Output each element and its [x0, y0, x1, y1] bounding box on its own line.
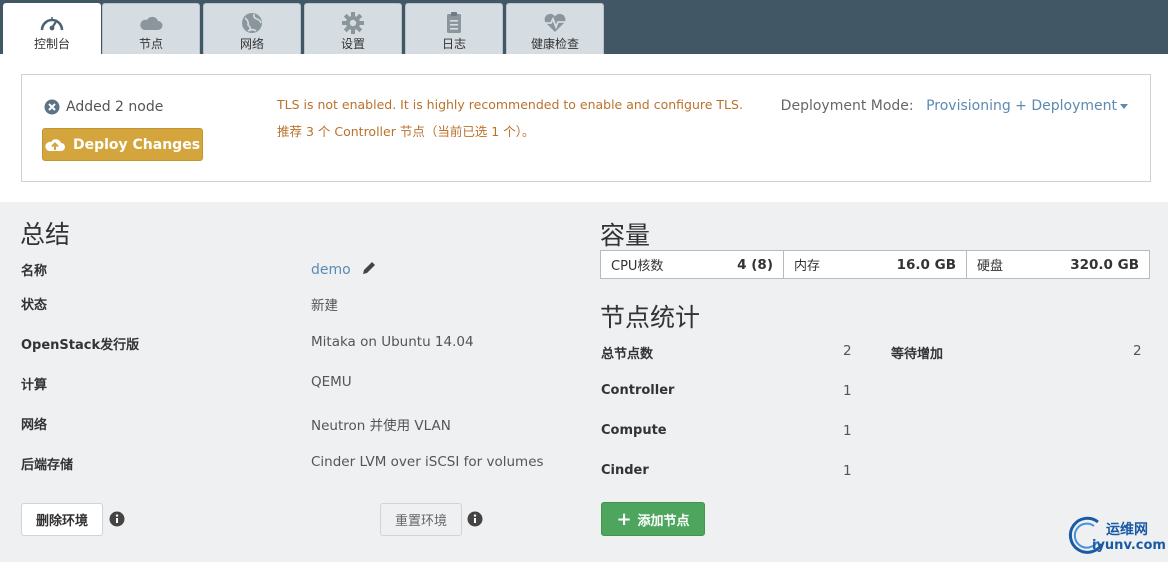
globe-icon: [242, 13, 262, 33]
delete-environment-button[interactable]: 删除环境: [21, 503, 103, 536]
tab-label: 控制台: [33, 37, 70, 51]
capacity-cpu: CPU核数 4 (8): [601, 251, 784, 278]
role-cinder-label: Cinder: [601, 463, 649, 478]
node-stats-title: 节点统计: [600, 303, 701, 332]
deployment-mode-dropdown[interactable]: Provisioning + Deployment: [926, 98, 1128, 114]
add-nodes-label: 添加节点: [637, 513, 690, 529]
pending-addition-value: 2: [1133, 343, 1142, 359]
capacity-cpu-label: CPU核数: [611, 259, 664, 274]
role-compute-value: 1: [843, 423, 852, 439]
tab-label: 健康检查: [530, 37, 579, 51]
role-compute-label: Compute: [601, 423, 667, 438]
summary-label-name: 名称: [21, 264, 48, 279]
summary-label-storage: 后端存储: [21, 458, 74, 473]
summary-label-network: 网络: [21, 418, 48, 433]
reset-environment-label: 重置环境: [394, 514, 447, 529]
capacity-disk-label: 硬盘: [977, 259, 1004, 274]
tab-label: 日志: [441, 37, 466, 51]
deployment-mode: Deployment Mode: Provisioning + Deployme…: [781, 98, 1128, 114]
tab-label: 设置: [340, 37, 365, 51]
reset-environment-button[interactable]: 重置环境: [380, 503, 462, 536]
add-nodes-button[interactable]: + 添加节点: [601, 502, 705, 536]
role-controller-value: 1: [843, 383, 852, 399]
summary-value-release: Mitaka on Ubuntu 14.04: [311, 334, 474, 350]
deploy-changes-button[interactable]: Deploy Changes: [42, 128, 203, 161]
capacity-cpu-value: 4 (8): [737, 256, 773, 273]
summary-label-compute: 计算: [21, 378, 48, 393]
tab-label: 网络: [239, 37, 264, 51]
total-nodes-label: 总节点数: [601, 347, 654, 362]
capacity-memory-value: 16.0 GB: [896, 256, 956, 273]
cloud-icon: [140, 16, 163, 30]
deployment-mode-value: Provisioning + Deployment: [926, 98, 1117, 114]
summary-title: 总结: [20, 220, 71, 249]
pencil-icon[interactable]: [361, 260, 377, 276]
deploy-changes-label: Deploy Changes: [72, 136, 201, 153]
info-icon[interactable]: [109, 511, 125, 527]
delete-environment-label: 删除环境: [35, 514, 88, 529]
tab-network[interactable]: 网络: [203, 3, 301, 54]
summary-value-storage: Cinder LVM over iSCSI for volumes: [311, 454, 544, 470]
clipboard-icon: [447, 12, 461, 33]
environment-name-link[interactable]: demo: [311, 260, 377, 278]
capacity-memory: 内存 16.0 GB: [784, 251, 967, 278]
gear-icon: [342, 12, 364, 34]
capacity-title: 容量: [600, 221, 651, 250]
environment-name: demo: [311, 262, 351, 278]
discard-icon[interactable]: [44, 99, 60, 115]
heartbeat-icon: [544, 13, 566, 32]
added-nodes-status: Added 2 node: [44, 99, 163, 115]
summary-value-status: 新建: [311, 298, 338, 314]
tab-logs[interactable]: 日志: [405, 3, 503, 54]
tab-settings[interactable]: 设置: [304, 3, 402, 54]
controller-warning: 推荐 3 个 Controller 节点（当前已选 1 个）。: [277, 124, 535, 139]
added-nodes-text: Added 2 node: [66, 99, 164, 115]
tab-label: 节点: [138, 37, 163, 51]
tab-nodes[interactable]: 节点: [102, 3, 200, 54]
watermark-line2: iyunv.com: [1092, 538, 1166, 553]
tab-dashboard[interactable]: 控制台: [3, 3, 101, 55]
summary-value-compute: QEMU: [311, 374, 352, 390]
role-controller-label: Controller: [601, 383, 675, 398]
caret-down-icon: [1120, 103, 1128, 109]
capacity-table: CPU核数 4 (8) 内存 16.0 GB 硬盘 320.0 GB: [600, 250, 1150, 279]
capacity-disk-value: 320.0 GB: [1070, 256, 1139, 273]
deployment-mode-label: Deployment Mode:: [780, 98, 914, 114]
tls-warning: TLS is not enabled. It is highly recomme…: [277, 97, 743, 112]
capacity-disk: 硬盘 320.0 GB: [967, 251, 1149, 278]
info-icon[interactable]: [467, 511, 483, 527]
pending-addition-label: 等待增加: [891, 347, 944, 362]
summary-label-release: OpenStack发行版: [21, 338, 140, 353]
dashboard-icon: [40, 17, 64, 31]
summary-label-status: 状态: [21, 298, 48, 313]
role-cinder-value: 1: [843, 463, 852, 479]
tab-health-check[interactable]: 健康检查: [506, 3, 604, 54]
plus-icon: +: [616, 508, 632, 530]
watermark-line1: 运维网: [1106, 522, 1148, 538]
site-watermark: 运维网 iyunv.com: [1066, 514, 1166, 558]
cloud-upload-icon: [45, 138, 65, 151]
capacity-memory-label: 内存: [794, 259, 821, 274]
total-nodes-value: 2: [843, 343, 852, 359]
deploy-panel: Added 2 node Deploy Changes TLS is not e…: [21, 74, 1151, 182]
summary-value-network: Neutron 并使用 VLAN: [311, 418, 451, 434]
